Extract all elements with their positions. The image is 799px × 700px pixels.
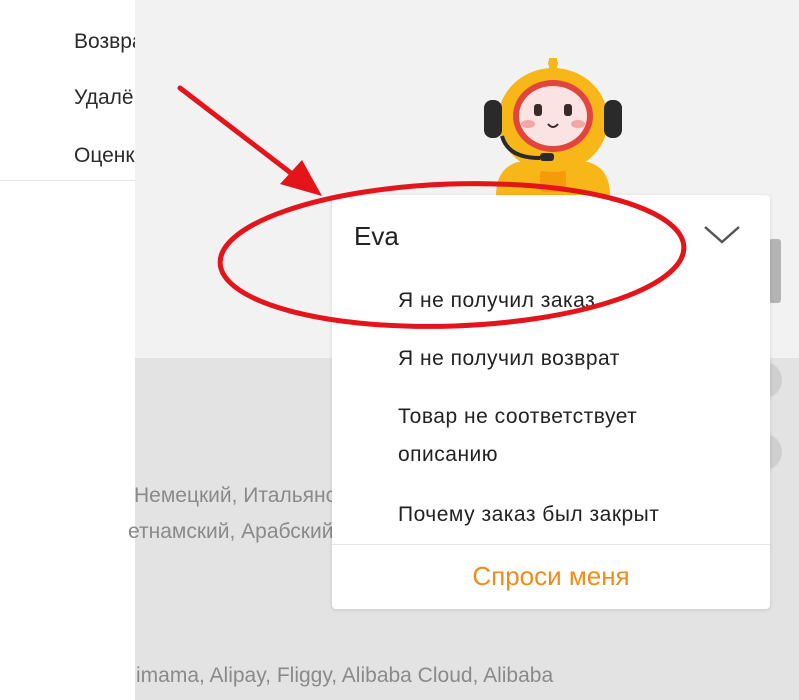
dropdown-option-item-not-as-described[interactable]: Товар не соответствует описанию [398, 398, 728, 474]
chevron-down-icon[interactable] [702, 223, 742, 245]
scrollbar-thumb[interactable] [769, 239, 781, 303]
ask-me-button[interactable]: Спроси меня [332, 561, 770, 592]
dropdown-divider [332, 544, 770, 545]
assistant-mascot-icon[interactable] [478, 58, 628, 196]
footer-languages-line2: етнамский, Арабский [128, 520, 334, 543]
dropdown-option-not-received-refund[interactable]: Я не получил возврат [398, 340, 620, 378]
menu-item-deleted[interactable]: Удалённые [74, 86, 135, 110]
eva-dropdown-panel: Eva Я не получил заказ Я не получил возв… [332, 195, 770, 609]
footer-brands-line: imama, Alipay, Fliggy, Alibaba Cloud, Al… [136, 664, 554, 687]
dropdown-option-why-order-closed[interactable]: Почему заказ был закрыт [398, 496, 659, 534]
menu-item-returns[interactable]: Возврат [74, 30, 135, 54]
dropdown-selected-value[interactable]: Eva [354, 221, 399, 252]
left-menu: Возврат Удалённые Оценка [0, 0, 135, 180]
left-menu-divider [0, 180, 135, 181]
menu-item-reviews[interactable]: Оценка [74, 144, 135, 168]
dropdown-option-not-received-order[interactable]: Я не получил заказ [398, 282, 595, 320]
